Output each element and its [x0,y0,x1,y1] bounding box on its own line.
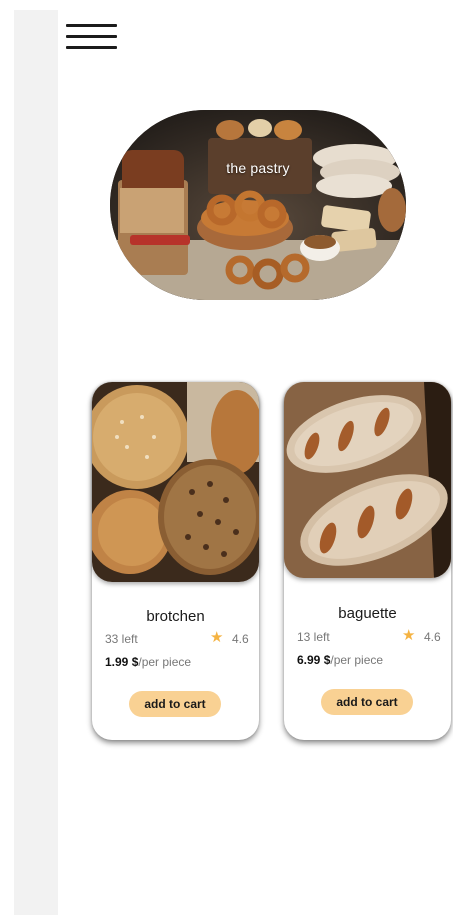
rating-value: 4.6 [424,630,441,644]
menu-line [66,35,117,38]
product-card[interactable]: baguette 13 left ★ 4.6 6.99 $/per piece … [284,382,451,740]
add-to-cart-button[interactable]: add to cart [321,689,413,715]
bread-rolls-image [92,382,259,582]
star-icon: ★ [402,627,416,644]
menu-line [66,46,117,49]
price-value: 1.99 $ [105,655,139,669]
hamburger-menu-icon[interactable] [66,24,118,52]
hero-title: the pastry [226,160,290,176]
product-card[interactable]: brotchen 33 left ★ 4.6 1.99 $/per piece … [92,382,259,740]
baguette-image [284,382,451,578]
price-value: 6.99 $ [297,653,331,667]
price-unit: /per piece [138,655,192,669]
product-name: baguette [338,605,397,622]
pastry-table-image [110,110,406,300]
price-line: 1.99 $/per piece [105,655,191,669]
product-image [92,382,259,582]
menu-line [66,24,117,27]
add-to-cart-button[interactable]: add to cart [129,691,221,717]
hero-banner: the pastry [110,110,406,300]
left-sidebar [14,10,58,915]
rating-value: 4.6 [232,632,249,646]
product-image [284,382,451,578]
stock-count: 13 left [297,630,330,644]
star-icon: ★ [210,629,224,646]
stock-count: 33 left [105,632,138,646]
price-line: 6.99 $/per piece [297,653,383,667]
price-unit: /per piece [330,653,384,667]
product-name: brotchen [146,608,205,625]
